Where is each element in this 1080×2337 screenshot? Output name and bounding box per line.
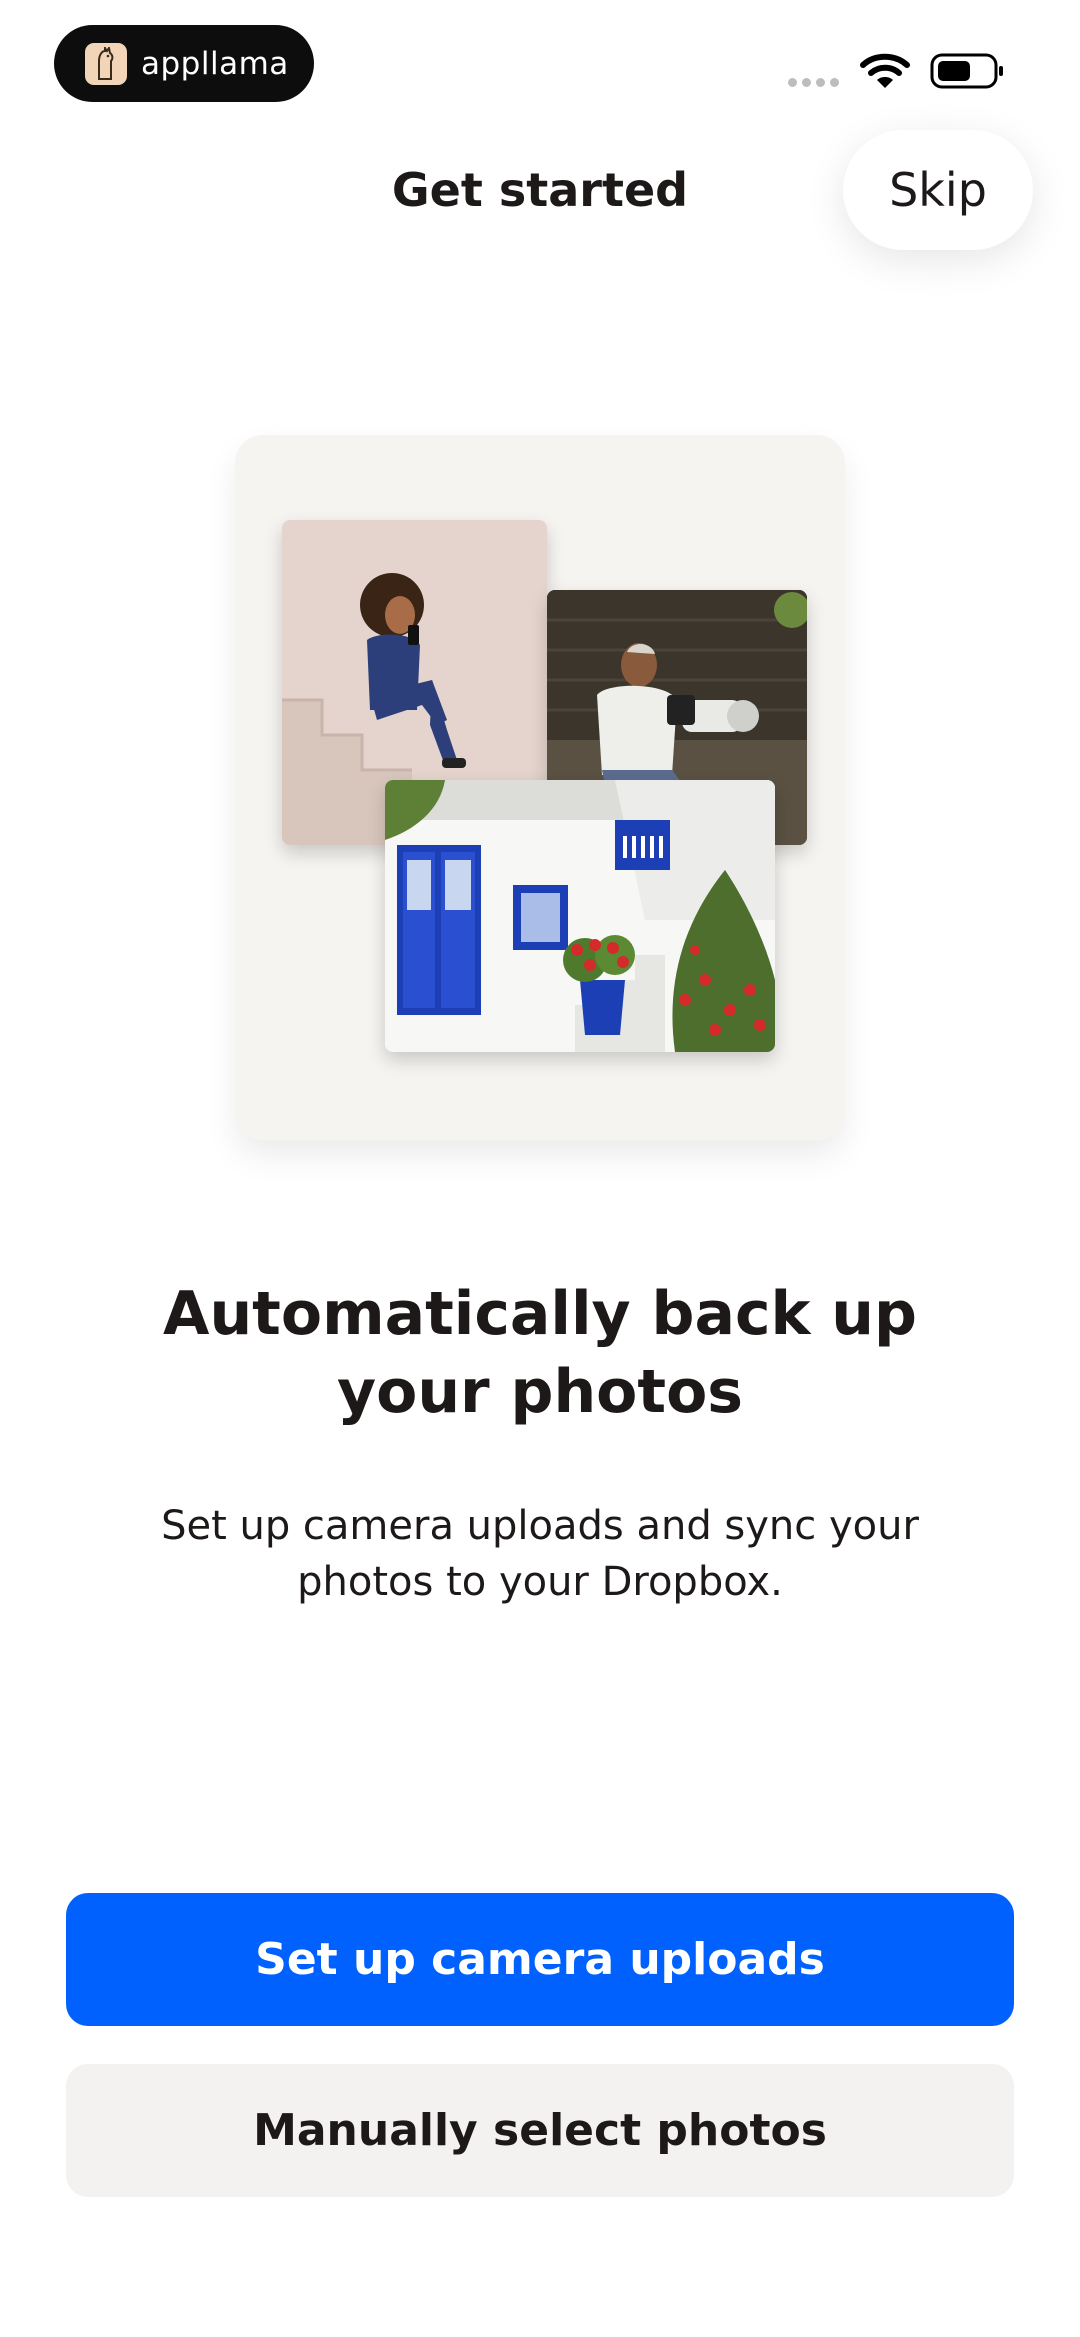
headline: Automatically back up your photos <box>90 1275 990 1431</box>
house-photo <box>385 780 775 1052</box>
wifi-icon <box>860 53 910 88</box>
set-up-camera-uploads-button[interactable]: Set up camera uploads <box>66 1893 1014 2026</box>
llama-logo-icon <box>85 42 127 85</box>
manually-select-photos-button[interactable]: Manually select photos <box>66 2064 1014 2197</box>
battery-icon <box>930 53 1003 89</box>
skip-button[interactable]: Skip <box>843 130 1033 250</box>
brand-pill: appllama <box>54 25 314 102</box>
signal-dots-icon <box>788 78 839 87</box>
photos-illustration <box>235 435 845 1140</box>
headline-line-2: your photos <box>336 1357 744 1427</box>
description-line-1: Set up camera uploads and sync your <box>161 1503 919 1549</box>
headline-line-1: Automatically back up <box>163 1279 917 1349</box>
brand-name: appllama <box>141 45 289 82</box>
description: Set up camera uploads and sync your phot… <box>110 1498 970 1610</box>
description-line-2: photos to your Dropbox. <box>297 1559 783 1605</box>
